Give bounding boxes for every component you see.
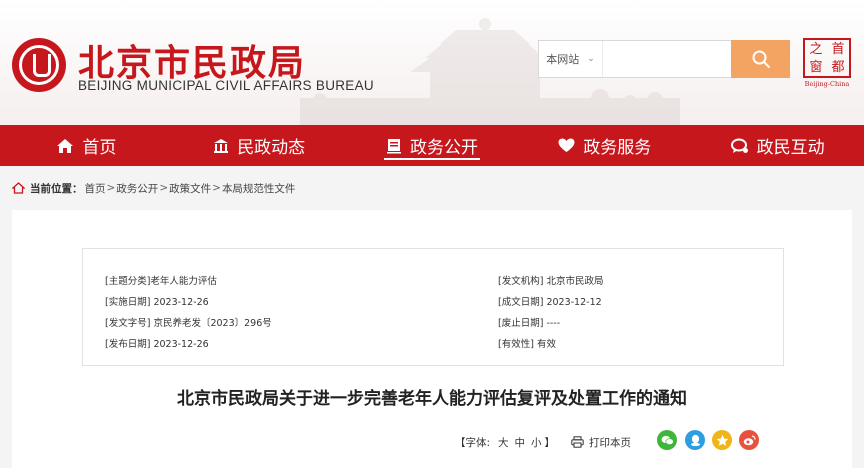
info-abolish-date: [废止日期] ---- [498,315,560,329]
logo-char: 都 [831,59,845,75]
star-icon [716,434,728,446]
site-header: 北京市民政局 BEIJING MUNICIPAL CIVIL AFFAIRS B… [0,0,864,125]
document-title: 北京市民政局关于进一步完善老年人能力评估复评及处置工作的通知 [177,389,687,409]
nav-label: 政民互动 [756,138,825,158]
breadcrumb-link-gov-affairs[interactable]: 政务公开 [116,181,158,196]
document-info-table: [主题分类]老年人能力评估 [实施日期] 2023-12-26 [发文字号] 京… [82,248,784,366]
search-icon [752,50,770,68]
building-icon [213,138,229,154]
info-issuer: [发文机构] 北京市民政局 [498,273,603,287]
breadcrumb: 当前位置： 首页 > 政务公开 > 政策文件 > 本局规范性文件 [12,178,295,198]
nav-label: 首页 [82,138,117,158]
info-publish-date: [发布日期] 2023-12-26 [105,336,209,350]
breadcrumb-separator: > [159,182,169,194]
info-label: [实施日期] [105,297,151,308]
info-created-date: [成文日期] 2023-12-12 [498,294,602,308]
font-size-large-button[interactable]: 大 [498,435,509,450]
search-input[interactable] [605,45,729,73]
breadcrumb-label: 当前位置： [30,182,83,195]
location-home-icon [12,182,25,194]
beijing-capital-window-logo[interactable]: 之 首 窗 都 Beijing-China [803,38,851,90]
document-icon [386,138,402,154]
info-label: [有效性] [498,339,534,350]
heart-icon [558,138,575,153]
home-icon [56,138,74,154]
info-value: 2023-12-26 [153,339,209,350]
bureau-emblem-logo[interactable] [12,38,66,92]
print-label: 打印本页 [589,436,631,449]
info-value: 有效 [536,339,556,350]
info-value: 北京市民政局 [546,276,604,287]
logo-caption: Beijing-China [804,80,850,88]
font-size-medium-button[interactable]: 中 [515,435,526,450]
share-qzone-button[interactable] [712,430,732,450]
info-value: 2023-12-26 [153,297,209,308]
search-scope-select[interactable]: 本网站 ⌄ [539,41,603,77]
main-nav: 首页 民政动态 政务公开 政务服务 政民互动 [0,125,864,166]
printer-icon [571,436,584,448]
nav-label: 政务服务 [583,138,652,158]
logo-char: 窗 [809,59,823,75]
nav-item-news[interactable]: 民政动态 [173,125,346,166]
chat-icon [730,138,749,154]
weibo-icon [743,434,756,445]
nav-item-gov-affairs[interactable]: 政务公开 [346,125,519,166]
breadcrumb-separator: > [106,182,116,194]
info-label: [发文机构] [498,276,544,287]
search-box: 本网站 ⌄ [538,40,790,78]
chevron-down-icon: ⌄ [587,54,595,64]
wechat-icon [661,435,674,445]
search-button[interactable] [731,40,790,78]
info-label: [发布日期] [105,339,151,350]
info-value: ---- [546,318,561,329]
info-value: 老年人能力评估 [150,276,217,287]
nav-item-home[interactable]: 首页 [0,125,173,166]
breadcrumb-link-bureau-docs[interactable]: 本局规范性文件 [222,181,296,196]
share-qq-button[interactable] [685,430,705,450]
share-wechat-button[interactable] [657,430,677,450]
nav-item-services[interactable]: 政务服务 [518,125,691,166]
font-size-close-bracket: 】 [544,436,556,449]
font-size-controls: 【字体: 大 中 小 】 [455,432,555,452]
info-label: [发文字号] [105,318,151,329]
info-topic: [主题分类]老年人能力评估 [105,273,217,287]
site-subtitle: BEIJING MUNICIPAL CIVIL AFFAIRS BUREAU [78,78,374,93]
logo-char: 首 [831,41,845,57]
info-value: 京民养老发〔2023〕296号 [153,318,272,329]
print-button[interactable]: 打印本页 [571,432,631,452]
logo-char: 之 [809,41,823,57]
info-effective-date: [实施日期] 2023-12-26 [105,294,209,308]
breadcrumb-link-home[interactable]: 首页 [85,181,106,196]
breadcrumb-separator: > [212,182,221,194]
nav-label: 政务公开 [409,138,478,158]
main-content: [主题分类]老年人能力评估 [实施日期] 2023-12-26 [发文字号] 京… [12,210,852,468]
info-value: 2023-12-12 [546,297,602,308]
info-doc-number: [发文字号] 京民养老发〔2023〕296号 [105,315,272,329]
font-size-label: 【字体: [455,436,491,449]
info-label: [成文日期] [498,297,544,308]
nav-label: 民政动态 [237,138,306,158]
info-label: [废止日期] [498,318,544,329]
breadcrumb-link-policy-docs[interactable]: 政策文件 [169,181,211,196]
info-label: [主题分类] [105,276,151,287]
share-weibo-button[interactable] [739,430,759,450]
nav-item-interaction[interactable]: 政民互动 [691,125,864,166]
font-size-small-button[interactable]: 小 [531,435,542,450]
info-validity: [有效性] 有效 [498,336,556,350]
search-scope-label: 本网站 [546,53,580,66]
qq-penguin-icon [690,434,700,446]
